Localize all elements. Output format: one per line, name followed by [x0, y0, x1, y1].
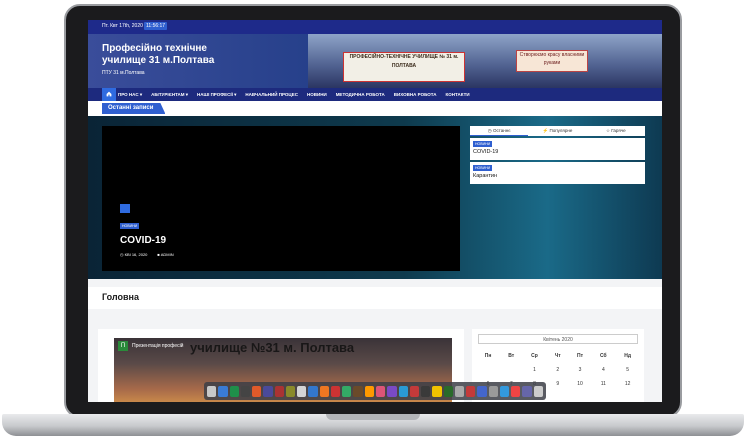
calendar-day[interactable]: 1	[522, 363, 546, 377]
calendar-weekday: Пн	[484, 353, 492, 359]
section-header: Головна	[88, 287, 662, 309]
nav-item[interactable]: КОНТАКТИ	[446, 92, 470, 98]
channel-avatar[interactable]: П	[118, 341, 128, 351]
nav-item[interactable]: НАШІ ПРОФЕСІЇ ▾	[197, 92, 236, 98]
featured-post[interactable]: НОВИНИ COVID-19 ◷ КВІ 16, 2020 ■ ADMIN	[102, 126, 460, 271]
calendar-day[interactable]: 11	[591, 377, 615, 391]
dock-app-icon[interactable]	[218, 385, 228, 397]
site-header: ПРОФЕСІЙНО-ТЕХНІЧНЕ УЧИЛИЩЕ № 31 м. ПОЛТ…	[88, 34, 662, 88]
calendar-day[interactable]: 2	[547, 363, 569, 377]
calendar-day	[476, 363, 500, 377]
post-card[interactable]: НОВИНИ Карантин	[470, 162, 645, 184]
post-card-title[interactable]: COVID-19	[473, 149, 498, 155]
calendar-day[interactable]: 9	[547, 377, 569, 391]
nav-item[interactable]: АБІТУРІЄНТАМ ▾	[151, 92, 188, 98]
calendar-month: Квітень 2020	[478, 334, 638, 344]
dock-app-icon[interactable]	[274, 385, 284, 397]
latest-posts-bar: Останні записи	[88, 101, 662, 117]
top-time: 11:56:17	[144, 22, 168, 30]
nav-item[interactable]: НАВЧАЛЬНИЙ ПРОЦЕС	[245, 92, 298, 98]
calendar-day[interactable]: 3	[569, 363, 591, 377]
featured-author[interactable]: ■ ADMIN	[157, 252, 173, 257]
dock-app-icon[interactable]	[387, 385, 397, 397]
dock-app-icon[interactable]	[364, 385, 374, 397]
video-overlay-text: училище №31 м. Полтава	[190, 340, 355, 355]
section-title: Головна	[102, 292, 139, 302]
video-title[interactable]: Презентація професій	[132, 343, 183, 349]
calendar-day[interactable]: 12	[615, 377, 640, 391]
calendar-weekday: Нд	[624, 353, 632, 359]
post-card-category[interactable]: НОВИНИ	[473, 165, 493, 171]
site-title[interactable]: Професійно технічне училище 31 м.Полтава	[102, 43, 242, 67]
dock-app-icon[interactable]	[207, 385, 217, 397]
calendar-day[interactable]: 5	[615, 363, 640, 377]
nav-item[interactable]: НОВИНИ	[307, 92, 327, 98]
camera-icon	[120, 204, 130, 213]
dock-app-icon[interactable]	[488, 385, 498, 397]
featured-meta: ◷ КВІ 16, 2020 ■ ADMIN	[120, 252, 174, 257]
dock-app-icon[interactable]	[432, 385, 442, 397]
dock-app-icon[interactable]	[375, 385, 386, 397]
dock-app-icon[interactable]	[421, 385, 431, 397]
calendar-week: 12345	[476, 363, 640, 377]
nav-item[interactable]: ПРО НАС ▾	[118, 92, 142, 98]
browser-screen: Пт. Квт 17th, 2020 11:56:17 ПРОФЕСІЙНО-Т…	[88, 20, 662, 402]
calendar-weekday: Пт	[577, 353, 584, 359]
dock-app-icon[interactable]	[330, 385, 341, 397]
calendar-day[interactable]: 10	[569, 377, 591, 391]
tab-popular[interactable]: ⚡ Популярне	[528, 126, 586, 136]
dock-app-icon[interactable]	[398, 385, 408, 397]
nav-item[interactable]: ВИХОВНА РОБОТА	[394, 92, 437, 98]
dock-app-icon[interactable]	[477, 385, 487, 397]
site-subtitle: ПТУ 31 м.Полтава	[102, 70, 145, 76]
top-date: Пт. Квт 17th, 2020	[102, 23, 143, 29]
dock-app-icon[interactable]	[285, 385, 296, 397]
calendar-weekday: Чт	[554, 353, 561, 359]
laptop-notch	[326, 414, 420, 420]
main-nav: ПРО НАС ▾ АБІТУРІЄНТАМ ▾ НАШІ ПРОФЕСІЇ ▾ НА…	[88, 88, 662, 101]
dock-app-icon[interactable]	[297, 385, 307, 397]
featured-title[interactable]: COVID-19	[120, 235, 166, 246]
dock-app-icon[interactable]	[409, 385, 420, 397]
featured-date: ◷ КВІ 16, 2020	[120, 252, 148, 257]
taskbar-dock	[204, 382, 546, 400]
dock-app-icon[interactable]	[466, 385, 476, 397]
dock-app-icon[interactable]	[252, 385, 262, 397]
tab-latest[interactable]: ◷ Останнє	[470, 126, 529, 136]
home-button[interactable]	[102, 88, 116, 101]
calendar-weekday: Сб	[600, 353, 607, 359]
dock-app-icon[interactable]	[353, 385, 363, 397]
post-card[interactable]: НОВИНИ COVID-19	[470, 138, 645, 160]
nav-item[interactable]: МЕТОДИЧНА РОБОТА	[336, 92, 385, 98]
featured-area: НОВИНИ COVID-19 ◷ КВІ 16, 2020 ■ ADMIN ◷…	[88, 116, 662, 279]
dock-app-icon[interactable]	[443, 385, 453, 397]
dock-app-icon[interactable]	[319, 385, 329, 397]
latest-posts-label: Останні записи	[102, 103, 166, 114]
calendar-weekday: Ср	[531, 353, 538, 359]
post-card-title[interactable]: Карантин	[473, 173, 497, 179]
dock-app-icon[interactable]	[263, 385, 273, 397]
calendar-day	[500, 363, 522, 377]
dock-app-icon[interactable]	[533, 385, 543, 397]
dock-app-icon[interactable]	[522, 385, 532, 397]
dock-app-icon[interactable]	[511, 385, 521, 397]
posts-tabs: ◷ Останнє ⚡ Популярне ☆ Гаряче	[470, 126, 645, 136]
dock-app-icon[interactable]	[342, 385, 352, 397]
calendar-day[interactable]: 4	[591, 363, 615, 377]
featured-category[interactable]: НОВИНИ	[120, 223, 140, 229]
header-sign-secondary: Створюємо красу власними руками	[516, 50, 588, 72]
dock-app-icon[interactable]	[499, 385, 510, 397]
dock-app-icon[interactable]	[240, 385, 251, 397]
dock-app-icon[interactable]	[454, 385, 465, 397]
home-icon	[106, 91, 112, 97]
nav-menu: ПРО НАС ▾ АБІТУРІЄНТАМ ▾ НАШІ ПРОФЕСІЇ ▾ НА…	[118, 92, 470, 98]
top-bar: Пт. Квт 17th, 2020 11:56:17	[88, 20, 662, 34]
tab-hot[interactable]: ☆ Гаряче	[587, 126, 645, 136]
dock-app-icon[interactable]	[308, 385, 318, 397]
post-card-category[interactable]: НОВИНИ	[473, 141, 493, 147]
dock-app-icon[interactable]	[229, 385, 239, 397]
calendar-weekday: Вт	[508, 353, 515, 359]
header-sign: ПРОФЕСІЙНО-ТЕХНІЧНЕ УЧИЛИЩЕ № 31 м. ПОЛТ…	[343, 52, 465, 82]
